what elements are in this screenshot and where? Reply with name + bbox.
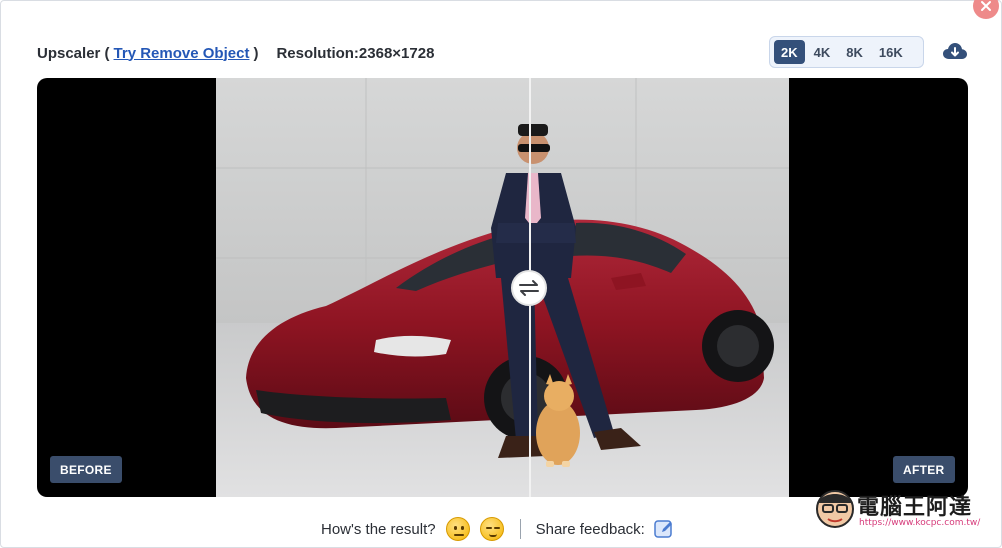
feedback-bar: How's the result? Share feedback: [321,515,675,543]
mascot-logo-icon [816,490,854,528]
neutral-face-icon[interactable] [445,517,470,541]
resolution-label: Resolution:2368×1728 [276,44,435,62]
swap-arrows-icon [519,280,539,296]
upscaled-photo [216,78,789,497]
site-watermark: 電腦王阿達 https://www.kocpc.com.tw/ [813,485,985,537]
tab-2k[interactable]: 2K [774,40,805,64]
upscaler-dialog: Upscaler ( Try Remove Object ) Resolutio… [0,0,1002,548]
share-feedback-label: Share feedback: [535,520,645,538]
relieved-face-icon[interactable] [479,517,504,541]
tab-16k[interactable]: 16K [872,40,910,64]
cloud-download-icon [943,43,967,59]
watermark-title: 電腦王阿達 [857,495,973,520]
before-label: BEFORE [50,456,122,483]
after-label: AFTER [893,456,955,483]
edit-icon [654,520,672,538]
compare-viewer[interactable]: BEFORE AFTER [37,78,968,497]
result-question: How's the result? [321,520,436,538]
tab-4k[interactable]: 4K [807,40,838,64]
feedback-button[interactable] [653,518,675,540]
close-icon [981,1,991,11]
close-button[interactable] [973,0,999,19]
paren-close: ) [253,44,259,62]
tab-8k[interactable]: 8K [839,40,870,64]
try-remove-object-link[interactable]: Try Remove Object [114,45,250,62]
tool-name: Upscaler ( [37,44,110,62]
compare-slider-handle[interactable] [511,270,547,306]
resolution-tabs: 2K 4K 8K 16K [769,36,924,68]
footer-divider [519,519,521,539]
watermark-url: https://www.kocpc.com.tw/ [859,518,981,528]
download-button[interactable] [942,41,968,63]
header-bar: Upscaler ( Try Remove Object ) Resolutio… [37,43,434,63]
